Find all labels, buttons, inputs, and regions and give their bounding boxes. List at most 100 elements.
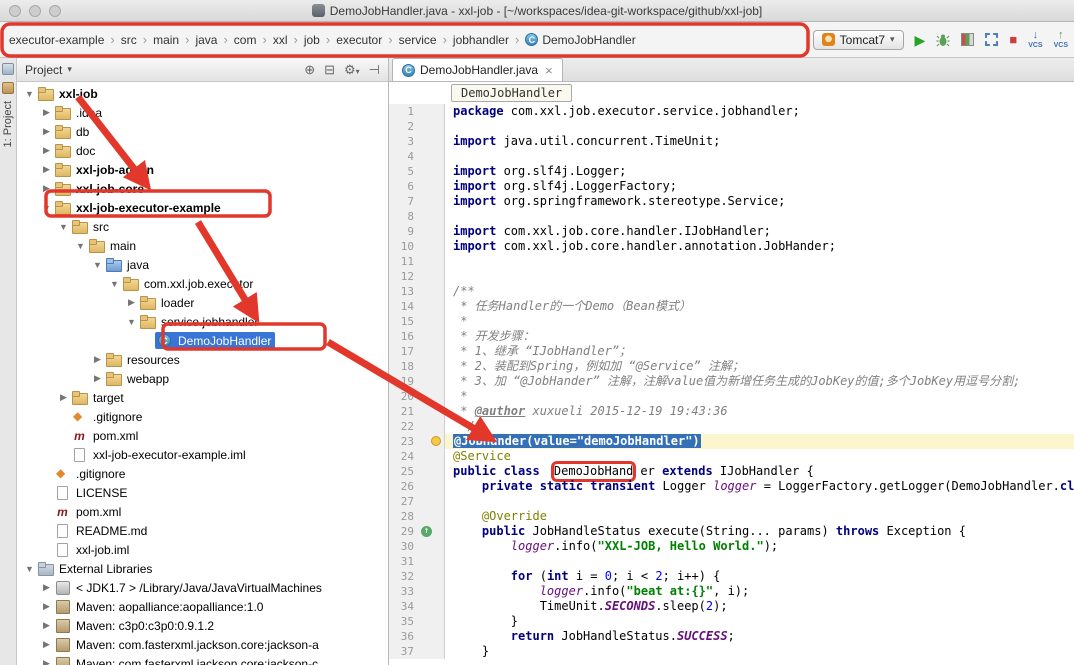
breadcrumb-item-main[interactable]: main (150, 30, 182, 50)
breadcrumb-item-jobhandler[interactable]: jobhandler (450, 30, 512, 50)
code-line-4[interactable]: 4 (389, 149, 1074, 164)
code-line-27[interactable]: 27 (389, 494, 1074, 509)
code-line-7[interactable]: 7import org.springframework.stereotype.S… (389, 194, 1074, 209)
project-tool-window-icon[interactable] (2, 63, 14, 75)
expand-arrow-icon[interactable]: ▶ (40, 164, 53, 175)
code-line-26[interactable]: 26 private static transient Logger logge… (389, 479, 1074, 494)
expand-arrow-icon[interactable]: ▶ (91, 354, 104, 365)
expand-arrow-icon[interactable]: ▶ (57, 392, 70, 403)
tree-item-readme-md[interactable]: README.md (17, 521, 388, 540)
breadcrumb-item-demojobhandler[interactable]: CDemoJobHandler (522, 30, 638, 50)
tree-item-xxl-job-admin[interactable]: ▶xxl-job-admin (17, 160, 388, 179)
code-line-8[interactable]: 8 (389, 209, 1074, 224)
code-line-22[interactable]: 22 */ (389, 419, 1074, 434)
code-line-37[interactable]: 37 } (389, 644, 1074, 659)
breadcrumb-item-java[interactable]: java (192, 30, 220, 50)
collapse-arrow-icon[interactable]: ▼ (108, 279, 121, 289)
settings-gear-icon[interactable]: ⚙▾ (344, 62, 360, 78)
code-editor[interactable]: 1package com.xxl.job.executor.service.jo… (389, 104, 1074, 665)
code-line-16[interactable]: 16 * 开发步骤： (389, 329, 1074, 344)
vcs-commit-button[interactable]: ↑ VCS (1054, 30, 1068, 49)
run-config-select[interactable]: Tomcat7 ▾ (813, 30, 904, 50)
expand-arrow-icon[interactable]: ▶ (40, 126, 53, 137)
locate-file-icon[interactable]: ⊕ (304, 62, 315, 78)
breadcrumb-item-service[interactable]: service (396, 30, 440, 50)
expand-arrow-icon[interactable]: ▶ (40, 601, 53, 612)
collapse-all-icon[interactable]: ⊟ (324, 62, 335, 78)
expand-arrow-icon[interactable]: ▶ (125, 297, 138, 308)
code-line-30[interactable]: 30 logger.info("XXL-JOB, Hello World."); (389, 539, 1074, 554)
breadcrumb-item-xxl[interactable]: xxl (270, 30, 291, 50)
tree-item-external-libraries[interactable]: ▼External Libraries (17, 559, 388, 578)
code-line-29[interactable]: 29↑ public JobHandleStatus execute(Strin… (389, 524, 1074, 539)
tree-item-license[interactable]: LICENSE (17, 483, 388, 502)
collapse-arrow-icon[interactable]: ▼ (23, 89, 36, 99)
project-panel-title[interactable]: Project ▾ (25, 63, 72, 77)
expand-arrow-icon[interactable]: ▶ (40, 639, 53, 650)
code-line-5[interactable]: 5import org.slf4j.Logger; (389, 164, 1074, 179)
expand-arrow-icon[interactable]: ▶ (40, 658, 53, 665)
code-line-17[interactable]: 17 * 1、继承 “IJobHandler”； (389, 344, 1074, 359)
tab-close-icon[interactable]: × (545, 63, 553, 78)
tree-item-maven-c3p0-c3p0-0-9-1-2[interactable]: ▶Maven: c3p0:c3p0:0.9.1.2 (17, 616, 388, 635)
code-line-1[interactable]: 1package com.xxl.job.executor.service.jo… (389, 104, 1074, 119)
collapse-arrow-icon[interactable]: ▼ (91, 260, 104, 270)
code-line-24[interactable]: 24@Service (389, 449, 1074, 464)
breadcrumb-item-src[interactable]: src (118, 30, 140, 50)
code-line-33[interactable]: 33 logger.info("beat at:{}", i); (389, 584, 1074, 599)
tree-item-loader[interactable]: ▶loader (17, 293, 388, 312)
tree-item-com-xxl-job-executor[interactable]: ▼com.xxl.job.executor (17, 274, 388, 293)
expand-arrow-icon[interactable]: ▶ (40, 620, 53, 631)
tree-item-xxl-job[interactable]: ▼xxl-job (17, 84, 388, 103)
tree-item-maven-aopalliance-aopalliance-1-0[interactable]: ▶Maven: aopalliance:aopalliance:1.0 (17, 597, 388, 616)
expand-arrow-icon[interactable]: ▶ (40, 183, 53, 194)
tree-item-maven-com-fasterxml-jackson-core-jackson[interactable]: ▶Maven: com.fasterxml.jackson.core:jacks… (17, 635, 388, 654)
collapse-arrow-icon[interactable]: ▼ (125, 317, 138, 327)
code-line-6[interactable]: 6import org.slf4j.LoggerFactory; (389, 179, 1074, 194)
tree-item-pom-xml[interactable]: mpom.xml (17, 426, 388, 445)
override-method-icon[interactable]: ↑ (421, 526, 432, 537)
code-line-25[interactable]: 25public class DemoJobHander extends IJo… (389, 464, 1074, 479)
code-line-13[interactable]: 13/** (389, 284, 1074, 299)
code-line-31[interactable]: 31 (389, 554, 1074, 569)
tree-item-main[interactable]: ▼main (17, 236, 388, 255)
close-window-button[interactable] (9, 5, 21, 17)
expand-arrow-icon[interactable]: ▶ (40, 145, 53, 156)
tab-demojobhandler-java[interactable]: C DemoJobHandler.java × (392, 58, 563, 81)
code-line-20[interactable]: 20 * (389, 389, 1074, 404)
code-line-23[interactable]: 23@JobHander(value="demoJobHandler") (389, 434, 1074, 449)
collapse-arrow-icon[interactable]: ▼ (57, 222, 70, 232)
tree-item-pom-xml[interactable]: mpom.xml (17, 502, 388, 521)
code-line-2[interactable]: 2 (389, 119, 1074, 134)
breadcrumb-item-executor-example[interactable]: executor-example (6, 30, 107, 50)
code-line-12[interactable]: 12 (389, 269, 1074, 284)
tree-item-demojobhandler[interactable]: CDemoJobHandler (17, 331, 388, 350)
debug-icon[interactable] (936, 33, 950, 47)
tree-item-xxl-job-iml[interactable]: xxl-job.iml (17, 540, 388, 559)
tree-item-webapp[interactable]: ▶webapp (17, 369, 388, 388)
zoom-window-button[interactable] (49, 5, 61, 17)
editor-breadcrumb-chip[interactable]: DemoJobHandler (451, 84, 572, 102)
collapse-arrow-icon[interactable]: ▼ (23, 564, 36, 574)
code-line-18[interactable]: 18 * 2、装配到Spring，例如加 “@Service” 注解； (389, 359, 1074, 374)
code-line-32[interactable]: 32 for (int i = 0; i < 2; i++) { (389, 569, 1074, 584)
minimize-window-button[interactable] (29, 5, 41, 17)
code-line-10[interactable]: 10import com.xxl.job.core.handler.annota… (389, 239, 1074, 254)
tree-item-xxl-job-executor-example[interactable]: ▼xxl-job-executor-example (17, 198, 388, 217)
tree-item-resources[interactable]: ▶resources (17, 350, 388, 369)
breadcrumb-item-com[interactable]: com (231, 30, 260, 50)
tree-item-doc[interactable]: ▶doc (17, 141, 388, 160)
stop-button[interactable]: ■ (1009, 33, 1017, 46)
breadcrumb-item-job[interactable]: job (301, 30, 323, 50)
coverage-icon[interactable] (961, 33, 974, 46)
tree-item-jdk1-7-library-java-javavirtualmachines[interactable]: ▶< JDK1.7 > /Library/Java/JavaVirtualMac… (17, 578, 388, 597)
run-button[interactable]: ▶ (915, 33, 926, 47)
code-line-19[interactable]: 19 * 3、加 “@JobHander” 注解，注解value值为新增任务生成… (389, 374, 1074, 389)
code-line-34[interactable]: 34 TimeUnit.SECONDS.sleep(2); (389, 599, 1074, 614)
tree-item-gitignore[interactable]: .gitignore (17, 407, 388, 426)
tree-item-idea[interactable]: ▶.idea (17, 103, 388, 122)
tree-item-xxl-job-executor-example-iml[interactable]: xxl-job-executor-example.iml (17, 445, 388, 464)
code-line-36[interactable]: 36 return JobHandleStatus.SUCCESS; (389, 629, 1074, 644)
code-line-11[interactable]: 11 (389, 254, 1074, 269)
tree-item-src[interactable]: ▼src (17, 217, 388, 236)
